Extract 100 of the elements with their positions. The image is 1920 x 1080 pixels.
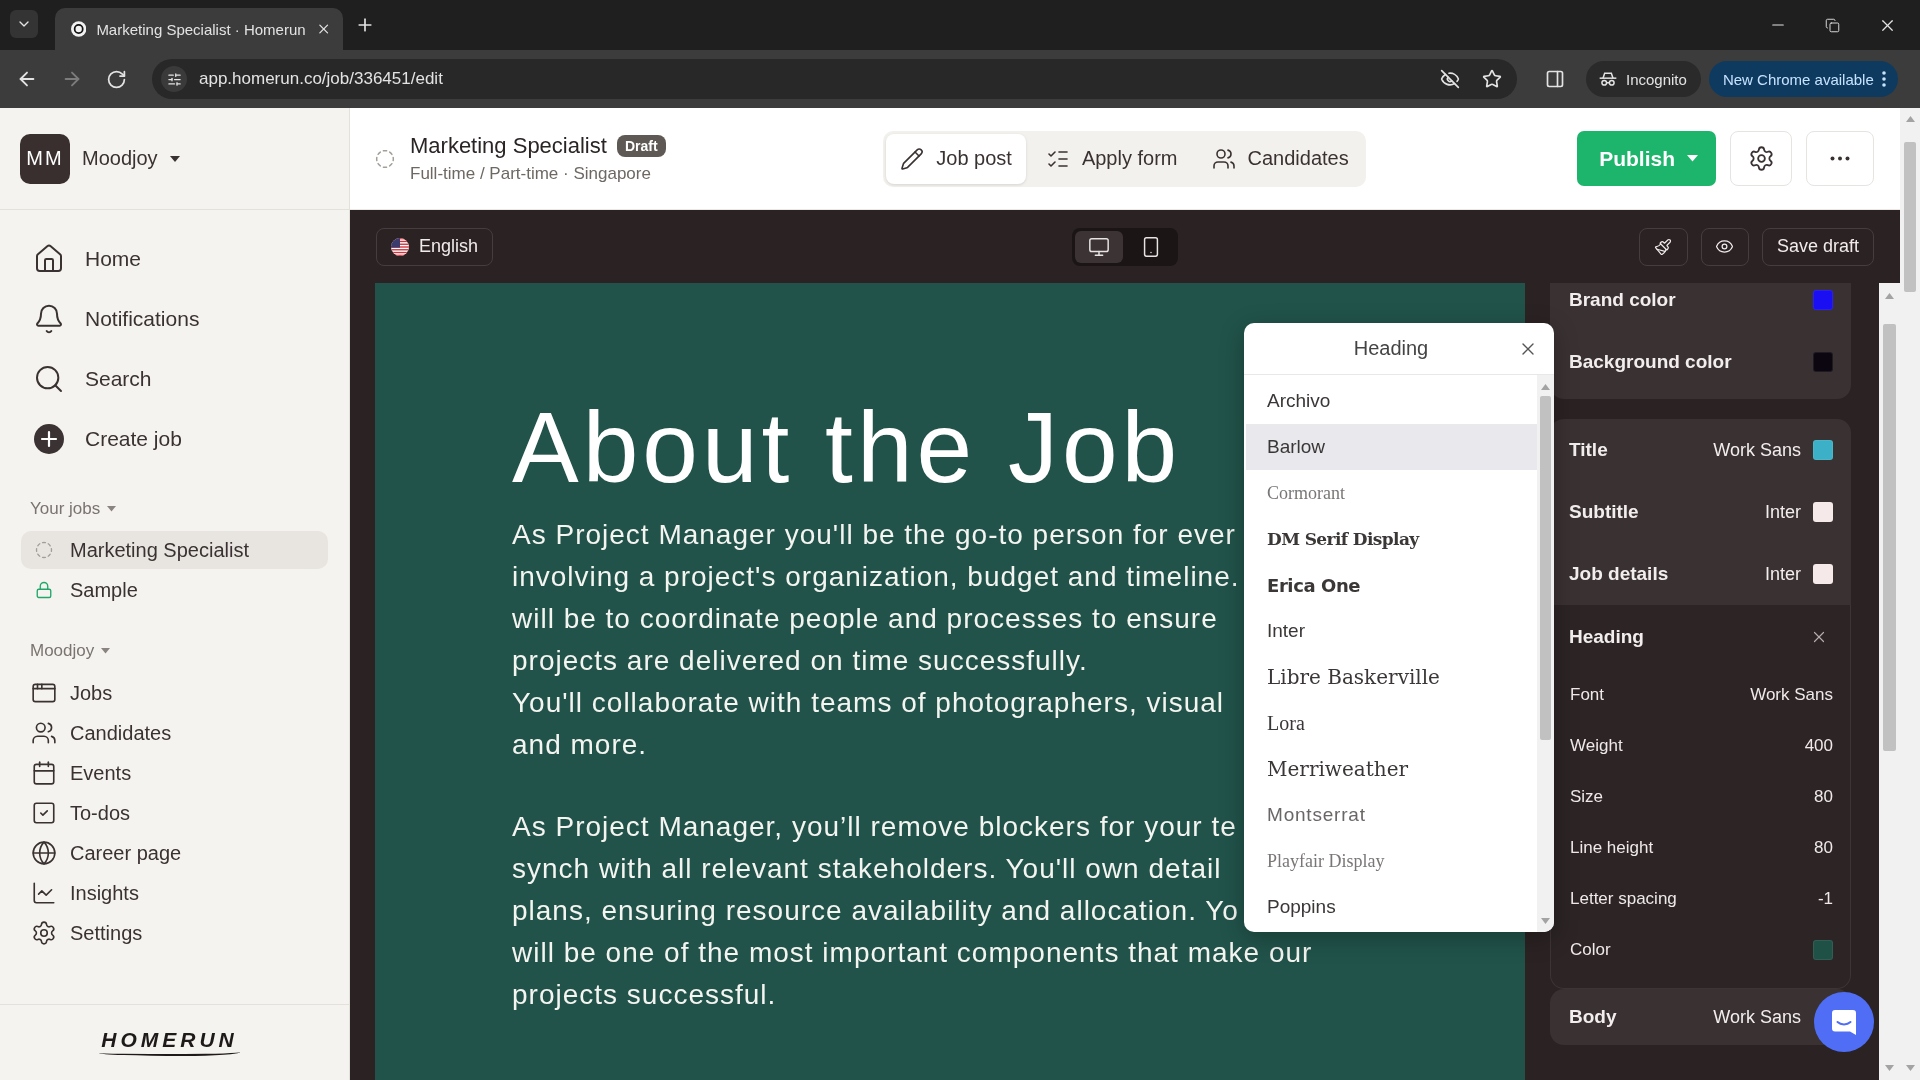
paragraph-line: projects successful. (512, 978, 777, 1012)
brush-button[interactable] (1638, 227, 1688, 266)
nav-item[interactable]: Settings (21, 913, 328, 953)
setting-label: Size (1570, 786, 1604, 807)
paragraph-line: and more. (512, 728, 648, 762)
setting-value: 80 (1814, 837, 1833, 858)
chat-icon[interactable] (1814, 992, 1874, 1052)
scrollbar-thumb[interactable] (1904, 142, 1916, 292)
line-chart-icon (31, 880, 57, 906)
nav-item[interactable]: To-dos (21, 793, 328, 833)
setting-label: Letter spacing (1570, 888, 1677, 909)
font-option[interactable]: Barlow (1246, 424, 1537, 470)
globe-icon (31, 840, 57, 866)
font-option[interactable]: Libre Baskerville (1246, 654, 1537, 700)
profile-button[interactable]: Incognito (1586, 61, 1701, 97)
paragraph-line: As Project Manager, you’ll remove blockers for your te (512, 810, 1237, 844)
more-vertical-icon (1881, 71, 1886, 87)
color-swatch[interactable] (1813, 502, 1833, 522)
paragraph-line: As Project Manager you'll be the go-to person for ever (512, 518, 1236, 552)
setting-label: Subtitle (1569, 501, 1639, 523)
tab-list-button[interactable] (10, 10, 38, 38)
side-panel-icon[interactable] (1545, 69, 1565, 89)
address-field[interactable]: app.homerun.co/job/336451/edit (152, 59, 1517, 99)
nav-item[interactable]: Search (21, 349, 328, 409)
section-toggle[interactable]: Your jobs (30, 497, 117, 521)
restore-icon[interactable] (1825, 17, 1840, 33)
color-swatch[interactable] (1813, 564, 1833, 584)
favicon-icon (71, 21, 87, 37)
setting-value: 400 (1804, 735, 1833, 756)
caret-icon (169, 155, 180, 162)
nav-item[interactable]: Career page (21, 833, 328, 873)
job-item[interactable]: Marketing Specialist (21, 531, 328, 569)
scrollbar-thumb[interactable] (1883, 324, 1896, 751)
caret-icon (101, 648, 111, 654)
save-draft-button[interactable]: Save draft (1761, 227, 1874, 266)
status-badge: Draft (616, 135, 666, 157)
tab[interactable]: Apply form (1031, 133, 1192, 184)
font-option[interactable]: Cormorant (1246, 470, 1537, 516)
paragraph-line: involving a project's organization, budget and timeline. (512, 560, 1240, 594)
workspace-switcher[interactable]: Moodjoy (82, 147, 180, 170)
nav-item[interactable]: Notifications (21, 289, 328, 349)
setting-label: Title (1569, 439, 1608, 461)
page-heading: About the Job (512, 397, 1182, 497)
preview-button[interactable] (1700, 227, 1749, 266)
search-icon (33, 363, 65, 395)
nav-item[interactable]: Create job (21, 409, 328, 469)
color-swatch[interactable] (1813, 440, 1833, 460)
dashed-circle-icon (35, 541, 53, 559)
setting-label: Weight (1570, 735, 1623, 756)
font-option[interactable]: Playfair Display (1246, 838, 1537, 884)
setting-value: 80 (1814, 786, 1833, 807)
browser-tab[interactable]: Marketing Specialist · Homerun (55, 8, 343, 50)
scrollbar-thumb[interactable] (1540, 396, 1551, 740)
paragraph-line: will be to coordinate people and processes to ensure (512, 602, 1218, 636)
font-option[interactable]: Erica One (1246, 562, 1537, 608)
tab[interactable]: Job post (886, 133, 1026, 184)
nav-item[interactable]: Home (21, 229, 328, 289)
font-option[interactable]: Inter (1246, 608, 1537, 654)
paragraph-line: projects are delivered on time successfully. (512, 644, 1088, 678)
more-icon (1830, 156, 1850, 161)
job-item[interactable]: Sample (21, 571, 328, 609)
font-option[interactable]: Lora (1246, 700, 1537, 746)
settings-icon (31, 920, 57, 946)
tab[interactable]: Candidates (1197, 133, 1363, 184)
nav-item[interactable]: Events (21, 753, 328, 793)
nav-item[interactable]: Insights (21, 873, 328, 913)
color-swatch[interactable] (1813, 939, 1833, 960)
people-icon (1211, 146, 1236, 171)
caret-icon (107, 506, 117, 512)
color-swatch[interactable] (1813, 352, 1833, 372)
star-icon[interactable] (1482, 69, 1502, 89)
font-option[interactable]: Archivo (1246, 378, 1537, 424)
nav-item[interactable]: Jobs (21, 673, 328, 713)
pencil-icon (900, 146, 925, 171)
nav-item[interactable]: Candidates (21, 713, 328, 753)
color-swatch[interactable] (1813, 290, 1833, 310)
checkbox-icon (31, 800, 57, 826)
font-name: Work Sans (1713, 439, 1801, 461)
font-option[interactable]: Montserrat (1246, 792, 1537, 838)
language-button[interactable]: English (376, 227, 494, 266)
settings-button[interactable] (1730, 131, 1792, 186)
update-button[interactable]: New Chrome available (1708, 61, 1898, 97)
setting-value: -1 (1817, 888, 1833, 909)
font-name: Work Sans (1713, 1006, 1801, 1028)
paragraph-line: will be one of the most important components that make our (512, 936, 1313, 970)
caret-icon (1687, 155, 1698, 162)
workspace-avatar: MM (20, 133, 70, 184)
font-option[interactable]: Merriweather (1246, 746, 1537, 792)
font-option[interactable]: Poppins (1246, 884, 1537, 930)
sliders-icon[interactable] (161, 66, 187, 92)
eye-off-icon[interactable] (1440, 69, 1460, 89)
section-toggle[interactable]: Moodjoy (30, 639, 111, 663)
font-option[interactable]: DM Serif Display (1246, 516, 1537, 562)
setting-label: Line height (1570, 837, 1654, 858)
calendar-icon (31, 760, 57, 786)
device-button[interactable] (1075, 230, 1123, 263)
job-subtitle: Full-time / Part-time · Singapore (410, 164, 652, 184)
reload-icon[interactable] (106, 68, 127, 90)
people-icon (31, 720, 57, 746)
monitor-icon (1088, 235, 1110, 258)
